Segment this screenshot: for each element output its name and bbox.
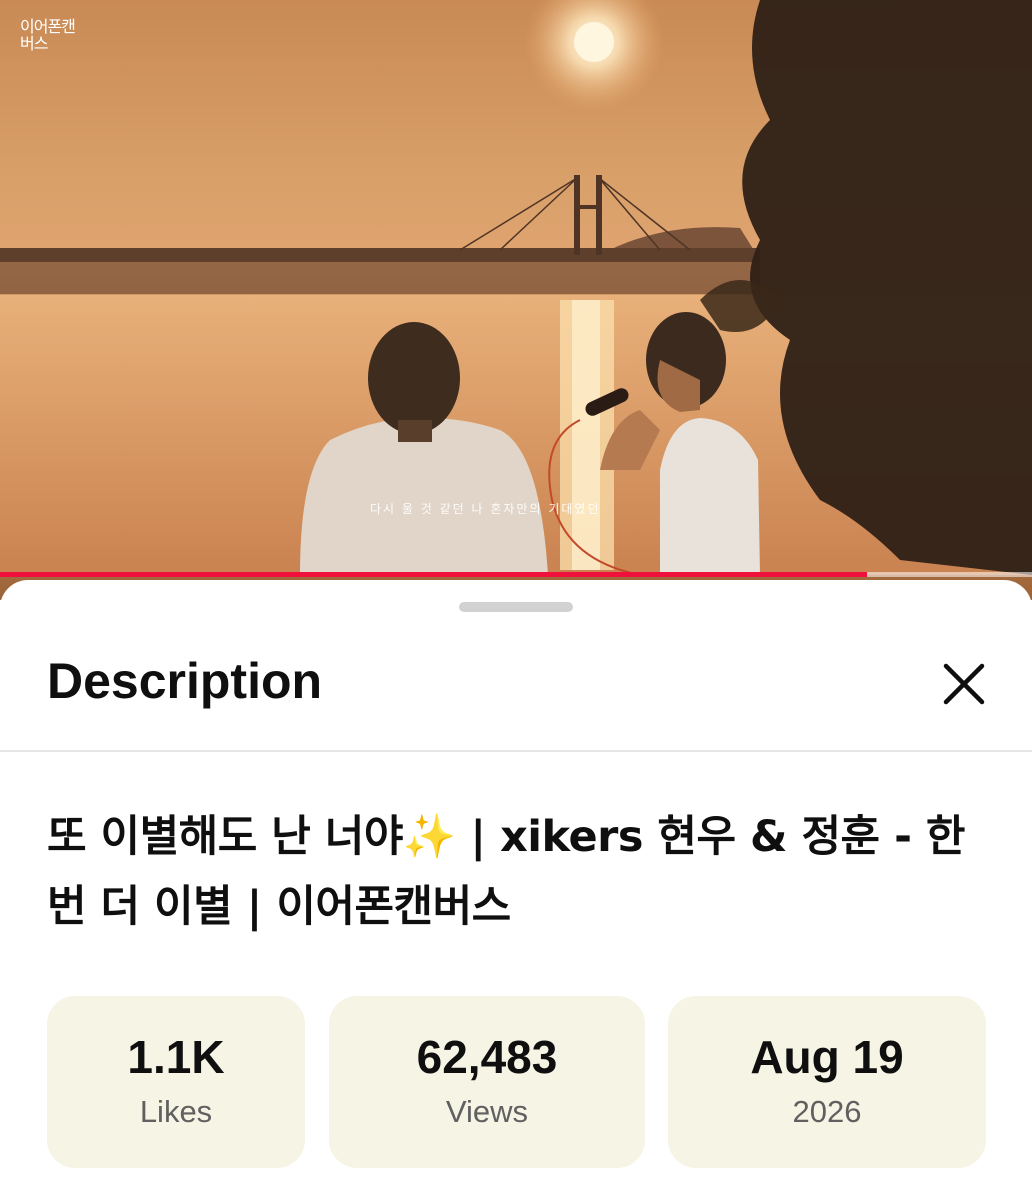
likes-count: 1.1K: [127, 1031, 225, 1083]
likes-stat: 1.1K Likes: [47, 996, 305, 1168]
video-title: 또 이별해도 난 너야✨ | xikers 현우 & 정훈 - 한번 더 이별 …: [47, 812, 965, 932]
views-stat: 62,483 Views: [329, 996, 645, 1168]
date-stat: Aug 19 2026: [668, 996, 986, 1168]
stats-row: 1.1K Likes 62,483 Views Aug 19 2026: [47, 996, 987, 1168]
drag-handle[interactable]: [459, 602, 573, 612]
video-caption: 다시 울 것 같던 나 혼자만의 기대였던: [370, 502, 601, 516]
channel-watermark: 이어폰캔버스: [20, 17, 76, 53]
close-button[interactable]: [936, 656, 992, 712]
description-sheet: Description 또 이별해도 난 너야✨ | xikers 현우 & 정…: [0, 580, 1032, 1200]
views-count: 62,483: [416, 1031, 558, 1083]
close-icon: [943, 663, 985, 705]
publish-date: Aug 19: [750, 1031, 904, 1083]
header-divider: [0, 750, 1032, 752]
views-label: Views: [445, 1094, 529, 1129]
sheet-title: Description: [47, 653, 323, 709]
progress-bar-fill: [0, 572, 867, 577]
progress-bar[interactable]: [0, 572, 1032, 577]
publish-year: 2026: [792, 1094, 862, 1129]
likes-label: Likes: [139, 1094, 213, 1129]
video-player[interactable]: 이어폰캔버스 다시 울 것 같던 나 혼자만의 기대였던: [0, 0, 1032, 600]
